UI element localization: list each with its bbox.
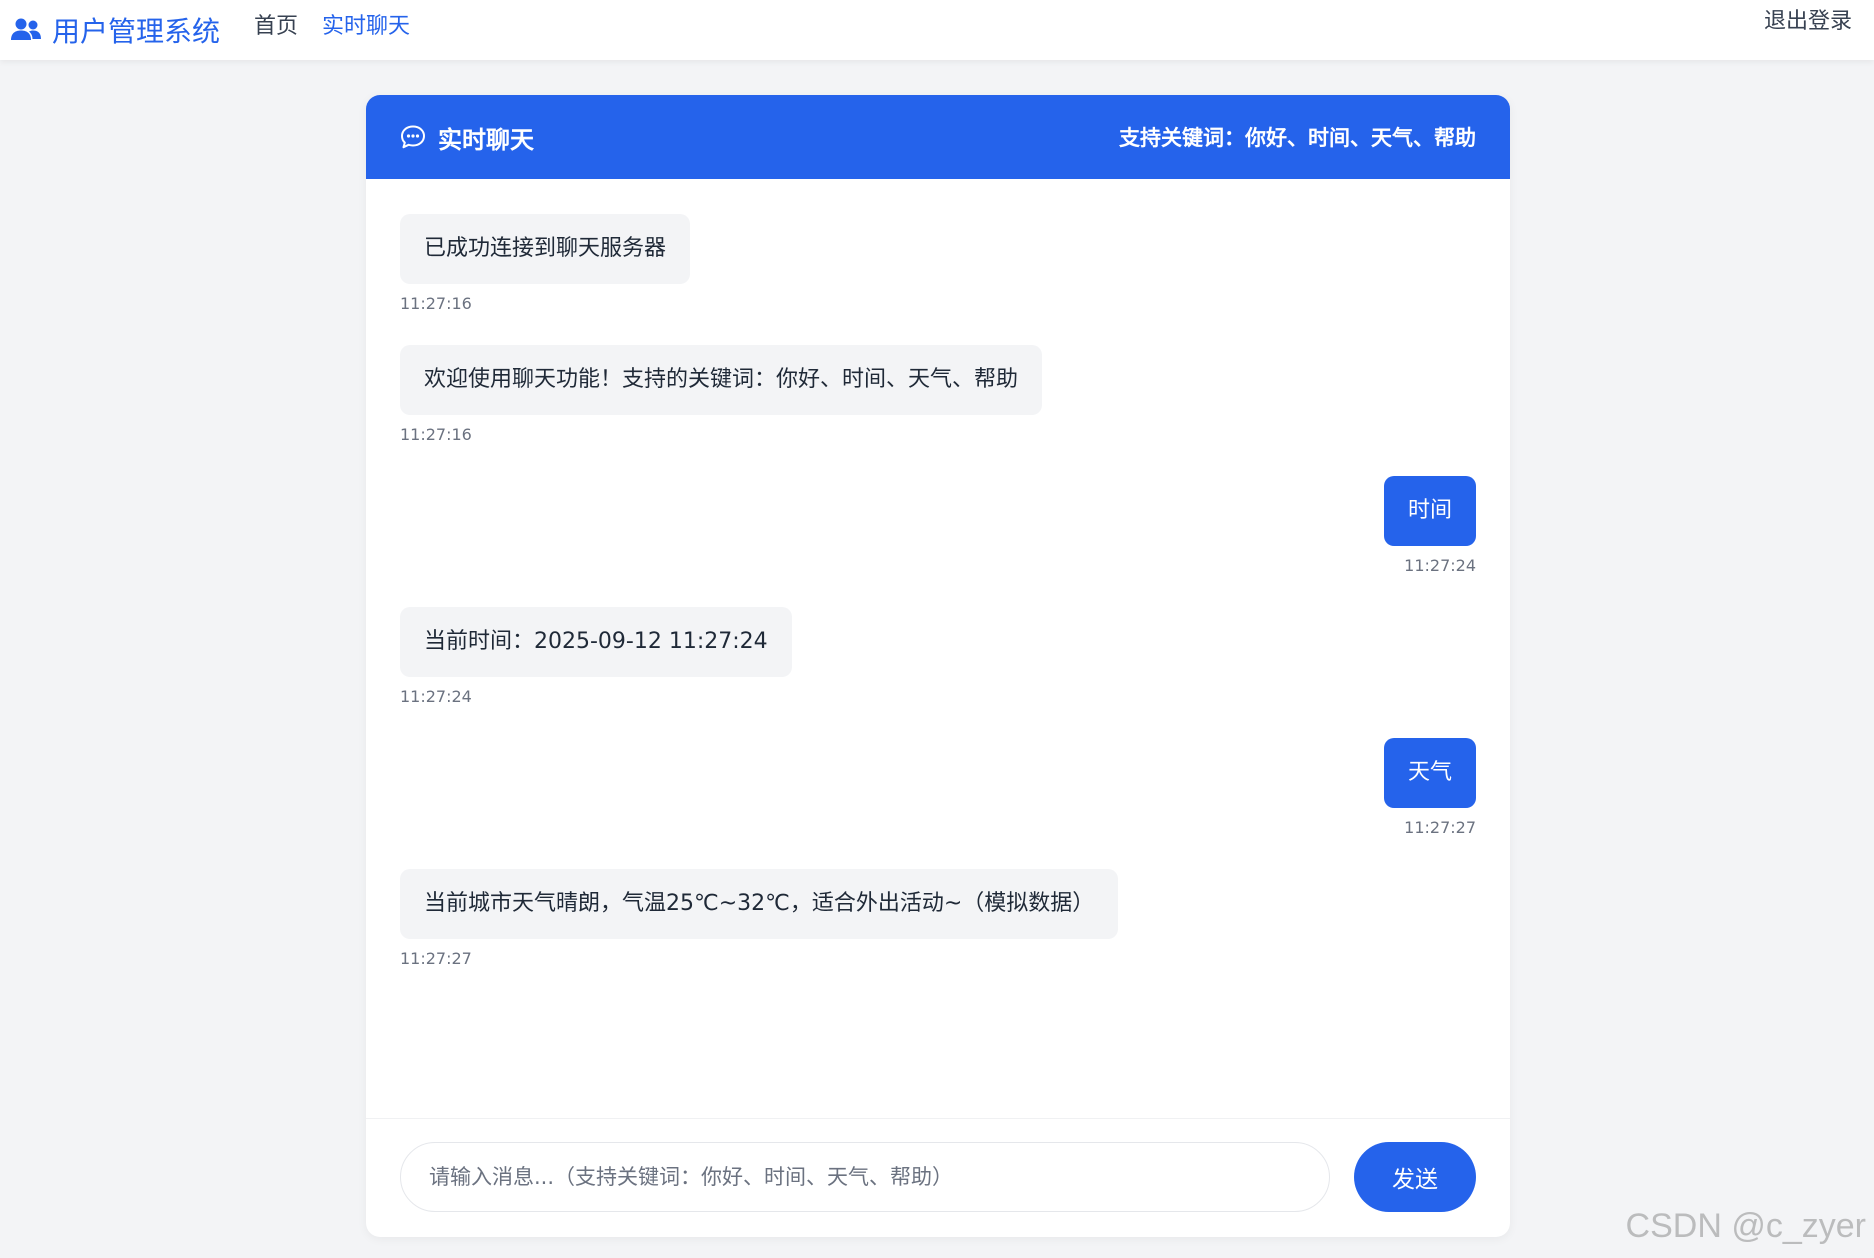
message-item: 天气 11:27:27	[1383, 738, 1476, 837]
nav-link-chat[interactable]: 实时聊天	[322, 8, 410, 52]
message-timestamp: 11:27:27	[1404, 818, 1476, 837]
message-item: 欢迎使用聊天功能！支持的关键词：你好、时间、天气、帮助 11:27:16	[400, 345, 1043, 444]
message-bubble-received: 当前时间：2025-09-12 11:27:24	[400, 607, 792, 677]
chat-bubble-icon	[400, 124, 426, 150]
users-icon	[10, 16, 42, 44]
keyword-hint: 支持关键词：你好、时间、天气、帮助	[1119, 126, 1476, 150]
message-composer: 发送	[366, 1118, 1510, 1237]
message-bubble-received: 已成功连接到聊天服务器	[400, 214, 691, 284]
message-input[interactable]	[400, 1142, 1330, 1212]
brand[interactable]: 用户管理系统	[10, 8, 220, 52]
chat-panel: 实时聊天 支持关键词：你好、时间、天气、帮助 已成功连接到聊天服务器 11:27…	[366, 95, 1510, 1237]
message-timestamp: 11:27:24	[1404, 556, 1476, 575]
message-bubble-received: 欢迎使用聊天功能！支持的关键词：你好、时间、天气、帮助	[400, 345, 1043, 415]
message-item: 当前时间：2025-09-12 11:27:24 11:27:24	[400, 607, 792, 706]
watermark: CSDN @c_zyer	[1625, 1207, 1866, 1245]
message-timestamp: 11:27:27	[400, 949, 472, 968]
message-bubble-received: 当前城市天气晴朗，气温25℃~32℃，适合外出活动~（模拟数据）	[400, 869, 1119, 939]
chat-header-title-group: 实时聊天	[400, 120, 534, 155]
nav-links: 首页 实时聊天	[254, 8, 434, 52]
chat-header: 实时聊天 支持关键词：你好、时间、天气、帮助	[366, 95, 1510, 179]
chat-title: 实时聊天	[438, 125, 534, 154]
nav-link-home[interactable]: 首页	[254, 8, 298, 52]
message-timestamp: 11:27:16	[400, 294, 472, 313]
message-item: 时间 11:27:24	[1383, 476, 1476, 575]
message-bubble-sent: 天气	[1383, 738, 1476, 808]
brand-title: 用户管理系统	[52, 15, 221, 48]
message-bubble-sent: 时间	[1383, 476, 1476, 546]
send-button[interactable]: 发送	[1354, 1142, 1476, 1212]
message-item: 当前城市天气晴朗，气温25℃~32℃，适合外出活动~（模拟数据） 11:27:2…	[400, 869, 1119, 968]
message-list[interactable]: 已成功连接到聊天服务器 11:27:16 欢迎使用聊天功能！支持的关键词：你好、…	[400, 179, 1476, 1199]
message-timestamp: 11:27:16	[400, 425, 472, 444]
logout-link[interactable]: 退出登录	[1764, 0, 1852, 44]
top-navbar: 用户管理系统 首页 实时聊天 退出登录	[0, 0, 1874, 60]
message-timestamp: 11:27:24	[400, 687, 472, 706]
message-item: 已成功连接到聊天服务器 11:27:16	[400, 214, 691, 313]
